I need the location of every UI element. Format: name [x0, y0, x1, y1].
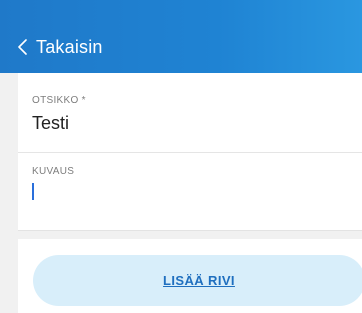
add-row-label: LISÄÄ RIVI	[163, 273, 235, 288]
back-button[interactable]: Takaisin	[18, 34, 103, 60]
back-label: Takaisin	[36, 36, 103, 57]
description-field-label: KUVAUS	[32, 166, 75, 177]
app-screen: Takaisin OTSIKKO * Testi KUVAUS LISÄÄ RI…	[0, 0, 362, 313]
actions-card: LISÄÄ RIVI	[18, 239, 362, 313]
description-field[interactable]: KUVAUS	[32, 166, 362, 206]
text-cursor	[32, 183, 34, 200]
field-divider	[18, 152, 362, 153]
title-field-value[interactable]: Testi	[32, 112, 362, 134]
add-row-button[interactable]: LISÄÄ RIVI	[33, 255, 362, 306]
chevron-left-icon	[18, 39, 27, 55]
top-bar: Takaisin	[0, 0, 362, 73]
title-field-label: OTSIKKO *	[32, 95, 86, 106]
title-field[interactable]: OTSIKKO * Testi	[32, 95, 362, 151]
form-card: OTSIKKO * Testi KUVAUS	[18, 73, 362, 231]
